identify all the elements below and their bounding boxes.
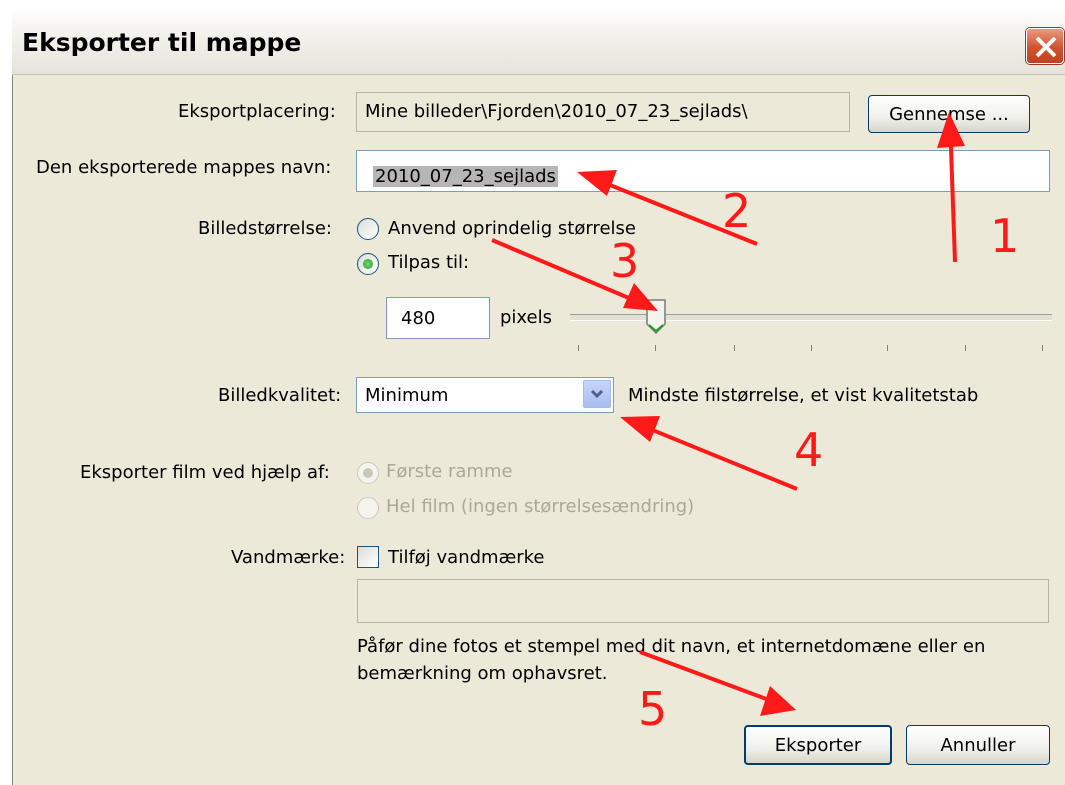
annotation-4: 4 [794, 423, 824, 477]
annotation-3: 3 [610, 234, 640, 288]
annotation-arrows [491, 112, 965, 716]
arrow-4 [620, 416, 798, 491]
annotation-1: 1 [990, 209, 1020, 263]
annotation-5: 5 [638, 682, 668, 736]
annotation-2: 2 [722, 184, 752, 238]
arrow-1 [937, 112, 965, 263]
